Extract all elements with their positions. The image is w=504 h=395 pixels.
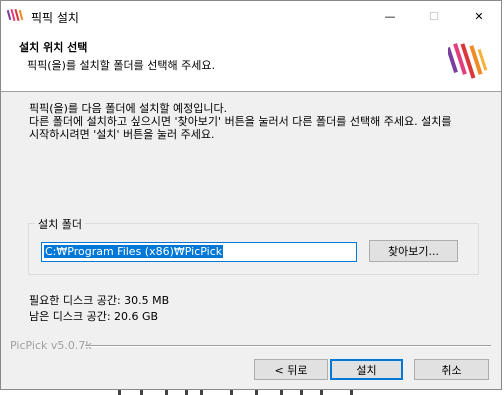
window-title: 픽픽 설치 xyxy=(31,11,79,25)
title-bar[interactable]: 픽픽 설치 — ☐ ✕ xyxy=(1,1,501,31)
background-strip xyxy=(0,390,504,395)
cancel-button[interactable]: 취소 xyxy=(414,359,489,380)
close-button[interactable]: ✕ xyxy=(456,1,502,31)
destination-folder-label: 설치 폴더 xyxy=(35,216,85,232)
background-mark xyxy=(140,390,143,395)
space-required: 필요한 디스크 공간: 30.5 MB xyxy=(29,294,170,307)
background-mark xyxy=(300,390,303,395)
intro-line: 픽픽(을)를 다음 폴더에 설치할 예정입니다. xyxy=(29,102,228,115)
background-mark xyxy=(200,390,203,395)
background-mark xyxy=(230,390,233,395)
intro-line: 다른 폴더에 설치하고 싶으시면 '찾아보기' 버튼을 눌러서 다른 폴더를 선… xyxy=(29,115,452,128)
maximize-button: ☐ xyxy=(411,1,457,31)
close-icon: ✕ xyxy=(474,9,484,23)
maximize-icon: ☐ xyxy=(429,9,439,23)
space-available: 남은 디스크 공간: 20.6 GB xyxy=(29,310,159,323)
minimize-button[interactable]: — xyxy=(367,1,413,31)
destination-folder-path: C:₩Program Files (x86)₩PicPick xyxy=(44,245,224,258)
minimize-icon: — xyxy=(384,9,396,23)
page-subtitle: 픽픽(을)를 설치할 폴더를 선택해 주세요. xyxy=(27,59,215,72)
picpick-logo-icon xyxy=(7,8,24,22)
intro-line: 시작하시려면 '설치' 버튼을 눌러 주세요. xyxy=(29,128,215,141)
installer-window: 픽픽 설치 — ☐ ✕ 설치 위치 선택 픽픽(을)를 설치할 폴더를 선택해 … xyxy=(0,0,502,390)
picpick-brand-logo-icon xyxy=(448,43,488,79)
back-button[interactable]: < 뒤로 xyxy=(254,359,328,380)
background-mark xyxy=(185,390,188,395)
page-header: 설치 위치 선택 픽픽(을)를 설치할 폴더를 선택해 주세요. xyxy=(1,31,501,92)
page-title: 설치 위치 선택 xyxy=(19,41,88,54)
background-mark xyxy=(280,390,283,395)
version-label: PicPick v5.0.7k xyxy=(10,339,92,352)
browse-button[interactable]: 찾아보기... xyxy=(369,240,458,262)
destination-folder-input[interactable]: C:₩Program Files (x86)₩PicPick xyxy=(41,242,357,262)
background-mark xyxy=(255,390,258,395)
intro-text: 픽픽(을)를 다음 폴더에 설치할 예정입니다. 다른 폴더에 설치하고 싶으시… xyxy=(29,102,489,141)
background-mark xyxy=(350,390,353,395)
background-mark xyxy=(165,390,168,395)
background-mark xyxy=(118,390,121,395)
footer-divider xyxy=(85,345,491,347)
background-mark xyxy=(320,390,323,395)
install-button[interactable]: 설치 xyxy=(330,359,403,380)
